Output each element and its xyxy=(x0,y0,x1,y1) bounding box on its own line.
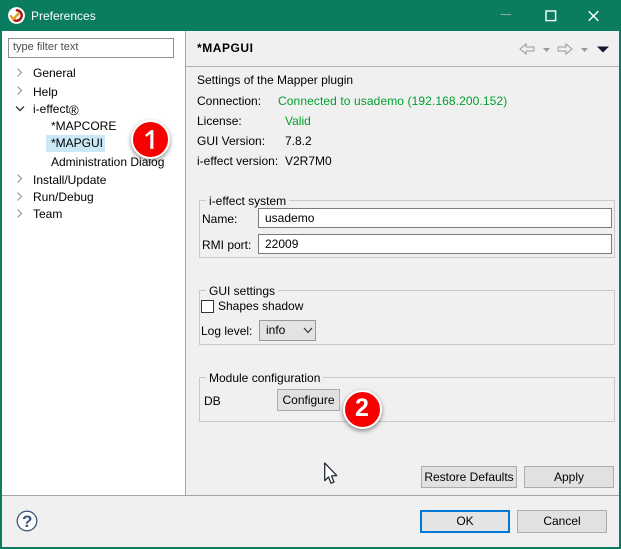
svg-text:?: ? xyxy=(22,512,32,531)
